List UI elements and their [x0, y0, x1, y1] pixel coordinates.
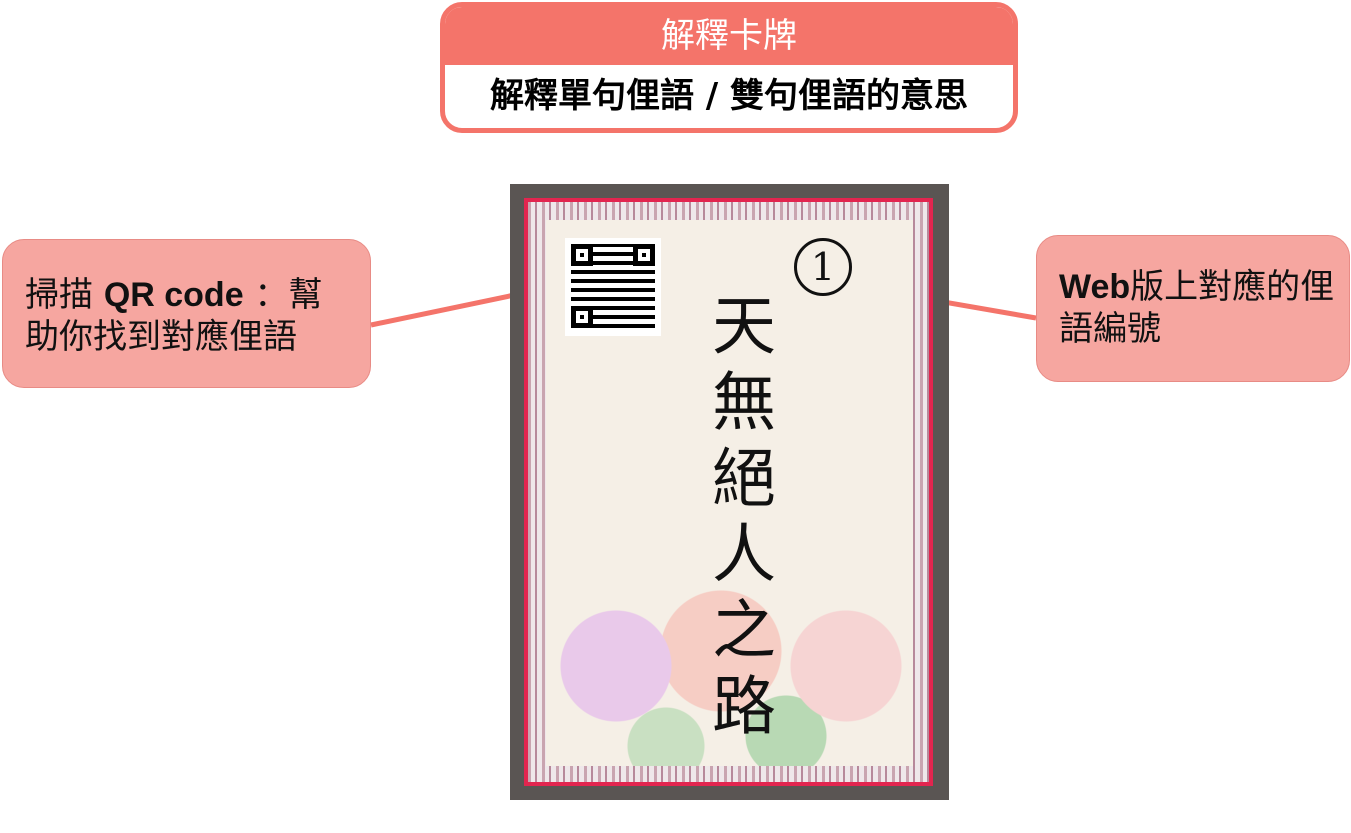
callout-qr: 掃描 QR code ：幫助你找到對應俚語 [2, 239, 371, 388]
header-subtitle: 解釋單句俚語 / 雙句俚語的意思 [489, 76, 969, 116]
callout-number-bold: Web [1059, 268, 1131, 306]
proverb-card: 1 天無絕人之路 [510, 184, 949, 800]
card-inner: 1 天無絕人之路 [546, 220, 913, 766]
card-proverb-text: 天無絕人之路 [701, 292, 775, 748]
callout-qr-prefix: 掃描 [25, 275, 104, 315]
callout-qr-bold: QR code [103, 276, 244, 314]
card-number: 1 [794, 238, 852, 296]
qr-code-icon [565, 238, 661, 336]
header-title: 解釋卡牌 [445, 7, 1013, 65]
header-box: 解釋卡牌 解釋單句俚語 / 雙句俚語的意思 [440, 2, 1018, 133]
callout-number: Web版上對應的俚語編號 [1036, 235, 1350, 382]
